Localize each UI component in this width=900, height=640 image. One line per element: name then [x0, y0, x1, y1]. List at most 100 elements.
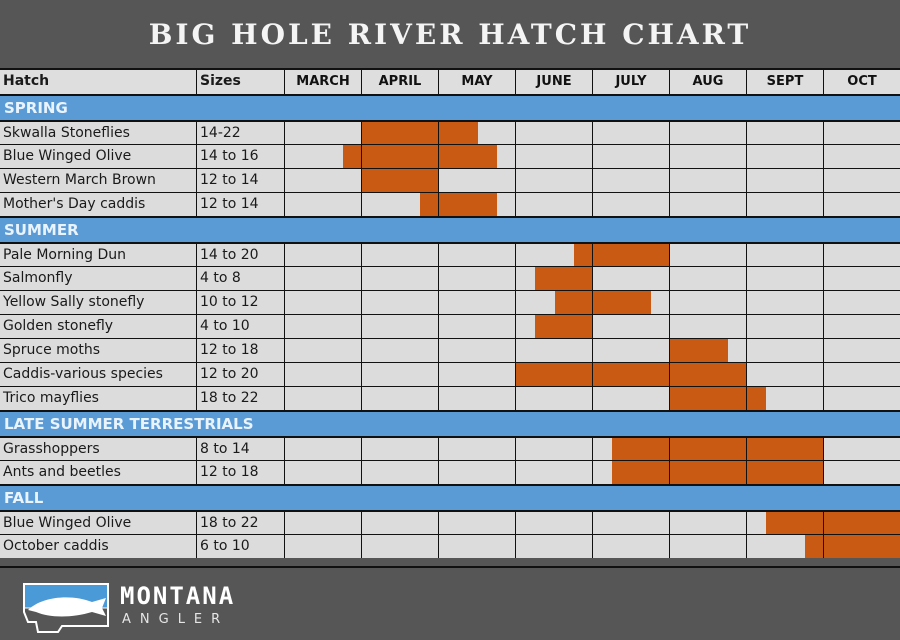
- hatch-name: Pale Morning Dun: [0, 244, 196, 266]
- month-cell-oct: [823, 193, 900, 216]
- month-cell-aug: [669, 267, 746, 290]
- month-cell-march: [284, 122, 361, 144]
- header-row: Hatch Sizes MARCH APRIL MAY JUNE JULY AUG SEPT…: [0, 68, 900, 94]
- month-cell-april: [361, 169, 438, 192]
- month-cell-sept: [746, 315, 823, 338]
- month-cell-april: [361, 244, 438, 266]
- month-header-march: MARCH: [284, 70, 361, 94]
- hatch-row: Pale Morning Dun 14 to 20: [0, 242, 900, 266]
- section-header: FALL: [0, 484, 900, 510]
- month-cell-march: [284, 387, 361, 410]
- hatch-period-bar: [362, 145, 438, 168]
- month-cell-may: [438, 315, 515, 338]
- month-cell-march: [284, 363, 361, 386]
- hatch-sizes: 12 to 18: [196, 339, 284, 362]
- month-cell-may: [438, 363, 515, 386]
- month-cell-june: [515, 267, 592, 290]
- month-cell-march: [284, 438, 361, 460]
- hatch-row: Ants and beetles 12 to 18: [0, 460, 900, 484]
- month-cell-june: [515, 535, 592, 558]
- hatch-period-bar: [747, 461, 823, 484]
- month-cell-may: [438, 193, 515, 216]
- month-cell-june: [515, 193, 592, 216]
- hatch-sizes: 4 to 10: [196, 315, 284, 338]
- month-cell-march: [284, 145, 361, 168]
- month-cell-june: [515, 387, 592, 410]
- month-cell-july: [592, 339, 669, 362]
- brand-subtitle: ANGLER: [122, 612, 230, 627]
- month-cell-aug: [669, 363, 746, 386]
- hatch-period-bar: [670, 363, 746, 386]
- month-cell-june: [515, 145, 592, 168]
- month-cell-april: [361, 363, 438, 386]
- month-cell-may: [438, 267, 515, 290]
- month-cell-aug: [669, 193, 746, 216]
- month-cell-oct: [823, 438, 900, 460]
- month-cell-april: [361, 339, 438, 362]
- hatch-period-bar: [554, 291, 592, 314]
- month-cell-sept: [746, 145, 823, 168]
- month-cell-april: [361, 438, 438, 460]
- month-cell-june: [515, 339, 592, 362]
- hatch-period-bar: [670, 461, 746, 484]
- month-header-aug: AUG: [669, 70, 746, 94]
- hatch-sizes: 12 to 14: [196, 193, 284, 216]
- month-cell-july: [592, 438, 669, 460]
- hatch-period-bar: [612, 461, 669, 484]
- hatch-period-bar: [362, 122, 438, 144]
- hatch-row: Skwalla Stoneflies 14-22: [0, 120, 900, 144]
- month-cell-july: [592, 244, 669, 266]
- month-cell-july: [592, 387, 669, 410]
- month-header-oct: OCT: [823, 70, 900, 94]
- hatch-sizes: 12 to 20: [196, 363, 284, 386]
- hatch-name: October caddis: [0, 535, 196, 558]
- month-cell-july: [592, 145, 669, 168]
- hatch-period-bar: [593, 363, 669, 386]
- hatch-period-bar: [419, 193, 438, 216]
- month-cell-sept: [746, 193, 823, 216]
- hatch-period-bar: [766, 512, 823, 534]
- hatch-period-bar: [342, 145, 361, 168]
- hatch-row: Yellow Sally stonefly 10 to 12: [0, 290, 900, 314]
- section-header: SUMMER: [0, 216, 900, 242]
- month-cell-july: [592, 122, 669, 144]
- month-cell-march: [284, 267, 361, 290]
- month-cell-july: [592, 512, 669, 534]
- hatch-row: Grasshoppers 8 to 14: [0, 436, 900, 460]
- hatch-period-bar: [439, 193, 497, 216]
- hatch-period-bar: [747, 438, 823, 460]
- month-cell-aug: [669, 535, 746, 558]
- month-cell-sept: [746, 244, 823, 266]
- hatch-sizes: 6 to 10: [196, 535, 284, 558]
- hatch-row: Spruce moths 12 to 18: [0, 338, 900, 362]
- hatch-sizes: 14-22: [196, 122, 284, 144]
- month-cell-oct: [823, 145, 900, 168]
- month-cell-april: [361, 387, 438, 410]
- hatch-row: Western March Brown 12 to 14: [0, 168, 900, 192]
- month-cell-may: [438, 438, 515, 460]
- month-cell-may: [438, 169, 515, 192]
- hatch-name: Blue Winged Olive: [0, 145, 196, 168]
- month-cell-may: [438, 122, 515, 144]
- hatch-sizes: 8 to 14: [196, 438, 284, 460]
- footer: MONTANA ANGLER: [0, 566, 900, 640]
- month-cell-sept: [746, 122, 823, 144]
- month-cell-may: [438, 339, 515, 362]
- month-cell-march: [284, 461, 361, 484]
- hatch-name: Skwalla Stoneflies: [0, 122, 196, 144]
- hatch-name: Western March Brown: [0, 169, 196, 192]
- month-cell-april: [361, 535, 438, 558]
- month-cell-oct: [823, 363, 900, 386]
- month-cell-oct: [823, 461, 900, 484]
- hatch-name: Caddis-various species: [0, 363, 196, 386]
- month-cell-aug: [669, 315, 746, 338]
- hatch-name: Spruce moths: [0, 339, 196, 362]
- month-cell-march: [284, 169, 361, 192]
- hatch-period-bar: [670, 438, 746, 460]
- month-cell-oct: [823, 512, 900, 534]
- month-cell-sept: [746, 535, 823, 558]
- month-cell-june: [515, 244, 592, 266]
- month-cell-may: [438, 145, 515, 168]
- month-cell-oct: [823, 315, 900, 338]
- month-cell-july: [592, 169, 669, 192]
